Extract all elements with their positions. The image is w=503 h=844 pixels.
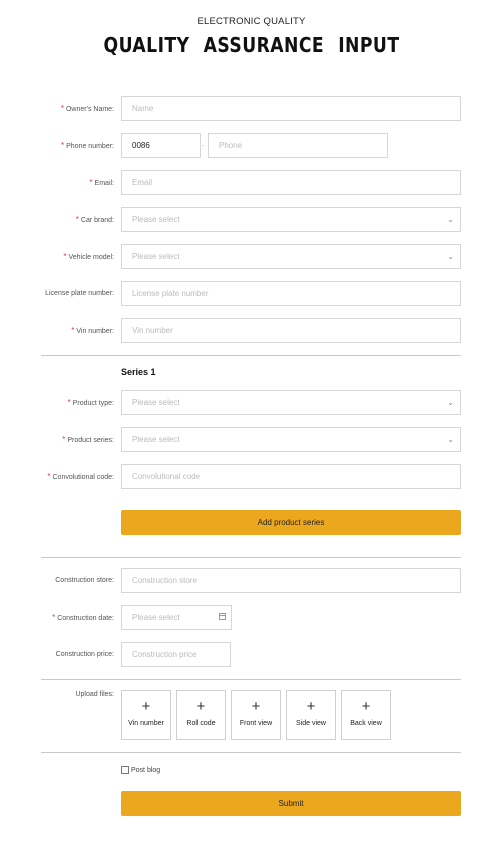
- divider: [41, 679, 461, 680]
- divider: [41, 557, 461, 558]
- phone-label: * Phone number:: [61, 141, 114, 150]
- phone-code-input[interactable]: 0086: [121, 133, 201, 158]
- product-type-label: * Product type:: [67, 398, 114, 407]
- upload-roll-code[interactable]: + Roll code: [176, 690, 226, 740]
- email-input[interactable]: Email: [121, 170, 461, 195]
- upload-label: Front view: [239, 720, 273, 727]
- owner-name-label: * Owner's Name:: [60, 104, 114, 113]
- email-label: * Email:: [89, 178, 114, 187]
- construction-store-label: Construction store:: [55, 577, 114, 584]
- plus-icon: +: [306, 698, 316, 715]
- required-marker: *: [89, 178, 93, 187]
- post-blog-checkbox[interactable]: Post blog: [121, 766, 160, 774]
- construction-date-label: * Construction date:: [52, 613, 114, 622]
- license-plate-label: License plate number:: [45, 290, 114, 297]
- divider: [41, 355, 461, 356]
- phone-dash: -: [202, 141, 205, 150]
- checkbox-icon: [121, 766, 129, 774]
- upload-label: Back view: [350, 720, 382, 727]
- license-plate-input[interactable]: License plate number: [121, 281, 461, 306]
- plus-icon: +: [361, 698, 371, 715]
- required-marker: *: [61, 141, 65, 150]
- upload-vin-number[interactable]: + Vin number: [121, 690, 171, 740]
- vehicle-model-label: * Vehicle model:: [63, 252, 114, 261]
- vin-input[interactable]: Vin number: [121, 318, 461, 343]
- required-marker: *: [71, 326, 75, 335]
- car-brand-select[interactable]: Please select ⌄: [121, 207, 461, 232]
- construction-price-label: Construction price:: [55, 651, 114, 658]
- required-marker: *: [47, 472, 51, 481]
- chevron-down-icon: ⌄: [447, 252, 454, 261]
- construction-price-input[interactable]: Construction price: [121, 642, 231, 667]
- upload-label: Side view: [296, 720, 326, 727]
- required-marker: *: [63, 252, 67, 261]
- required-marker: *: [60, 104, 64, 113]
- phone-input[interactable]: Phone: [208, 133, 388, 158]
- upload-back-view[interactable]: + Back view: [341, 690, 391, 740]
- upload-label: Roll code: [186, 720, 216, 727]
- plus-icon: +: [196, 698, 206, 715]
- convolutional-code-label: * Convolutional code:: [47, 472, 114, 481]
- required-marker: *: [75, 215, 79, 224]
- plus-icon: +: [251, 698, 261, 715]
- chevron-down-icon: ⌄: [447, 398, 454, 407]
- chevron-down-icon: ⌄: [447, 215, 454, 224]
- upload-label: Vin number: [128, 720, 164, 727]
- upload-side-view[interactable]: + Side view: [286, 690, 336, 740]
- divider: [41, 752, 461, 753]
- construction-date-picker[interactable]: Please select: [121, 605, 232, 630]
- add-product-series-button[interactable]: Add product series: [121, 510, 461, 535]
- car-brand-label: * Car brand:: [75, 215, 114, 224]
- series-title: Series 1: [121, 367, 156, 377]
- page-title: QUALITY ASSURANCE INPUT: [103, 33, 400, 57]
- submit-button[interactable]: Submit: [121, 791, 461, 816]
- owner-name-input[interactable]: Name: [121, 96, 461, 121]
- upload-front-view[interactable]: + Front view: [231, 690, 281, 740]
- product-series-select[interactable]: Please select ⌄: [121, 427, 461, 452]
- vehicle-model-select[interactable]: Please select ⌄: [121, 244, 461, 269]
- page-subtitle: ELECTRONIC QUALITY: [197, 16, 306, 27]
- construction-store-input[interactable]: Construction store: [121, 568, 461, 593]
- upload-files-label: Upload files:: [75, 691, 114, 698]
- required-marker: *: [62, 435, 66, 444]
- product-type-select[interactable]: Please select ⌄: [121, 390, 461, 415]
- convolutional-code-input[interactable]: Convolutional code: [121, 464, 461, 489]
- post-blog-label: Post blog: [131, 766, 161, 774]
- calendar-icon: [219, 613, 226, 620]
- vin-label: * Vin number:: [71, 326, 114, 335]
- chevron-down-icon: ⌄: [447, 435, 454, 444]
- required-marker: *: [52, 613, 56, 622]
- required-marker: *: [67, 398, 71, 407]
- product-series-label: * Product series:: [62, 435, 114, 444]
- plus-icon: +: [141, 698, 151, 715]
